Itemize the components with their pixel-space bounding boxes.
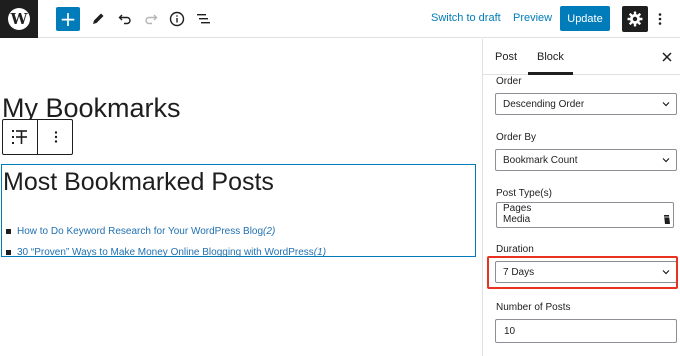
order-by-label: Order By [496, 132, 537, 143]
wordpress-logo-icon: W [8, 8, 30, 30]
more-vertical-icon [658, 13, 662, 25]
more-vertical-icon [54, 131, 57, 143]
post-types-label: Post Type(s) [496, 188, 552, 199]
info-icon[interactable] [167, 9, 187, 29]
tab-post[interactable]: Post [495, 39, 517, 75]
add-block-button[interactable]: + [56, 7, 80, 31]
list-view-icon[interactable] [194, 9, 214, 29]
switch-to-draft-button[interactable]: Switch to draft [431, 12, 501, 24]
close-sidebar-button[interactable] [659, 49, 675, 65]
bullet-icon [6, 250, 11, 255]
bookmarked-posts-list: How to Do Keyword Research for Your Word… [6, 221, 326, 263]
order-by-select[interactable]: Bookmark Count [495, 149, 677, 171]
duration-highlight-box [487, 256, 678, 289]
top-toolbar: W + Switch to draft Preview Update [0, 0, 680, 38]
resize-handle-icon[interactable] [663, 213, 671, 225]
post-link[interactable]: 30 “Proven” Ways to Make Money Online Bl… [17, 247, 314, 258]
block-toolbar [2, 119, 73, 155]
order-by-value: Bookmark Count [503, 154, 578, 166]
number-of-posts-input[interactable]: 10 [495, 319, 677, 343]
sidebar-tabs: Post Block [483, 39, 680, 75]
undo-icon[interactable] [115, 9, 135, 29]
more-options-button[interactable] [652, 9, 668, 29]
block-transform-button[interactable] [3, 120, 38, 154]
post-type-option[interactable]: Media [503, 214, 673, 225]
wordpress-logo-button[interactable]: W [0, 0, 38, 38]
order-select[interactable]: Descending Order [495, 93, 677, 115]
block-options-button[interactable] [39, 120, 72, 154]
number-of-posts-label: Number of Posts [496, 302, 571, 313]
settings-sidebar: Post Block Order Descending Order Order … [482, 39, 680, 356]
order-label: Order [496, 76, 522, 87]
gear-icon [627, 11, 643, 27]
close-icon [662, 52, 672, 62]
chevron-down-icon [662, 102, 670, 107]
bookmark-count: (1) [313, 247, 327, 258]
bullet-icon [6, 229, 11, 234]
preview-button[interactable]: Preview [513, 12, 552, 24]
tab-block[interactable]: Block [537, 39, 564, 75]
order-value: Descending Order [503, 98, 585, 110]
active-tab-indicator [528, 72, 573, 75]
bookmark-count: (2) [263, 226, 276, 237]
list-item: 30 “Proven” Ways to Make Money Online Bl… [6, 242, 326, 263]
list-block-icon [12, 130, 27, 144]
list-item: How to Do Keyword Research for Your Word… [6, 221, 326, 242]
pencil-icon[interactable] [88, 9, 108, 29]
post-types-multiselect[interactable]: Pages Media [496, 202, 674, 228]
post-type-option[interactable]: Pages [503, 203, 673, 214]
post-link[interactable]: How to Do Keyword Research for Your Word… [17, 226, 263, 237]
update-button[interactable]: Update [560, 6, 610, 31]
number-of-posts-value: 10 [504, 325, 516, 337]
redo-icon[interactable] [141, 9, 161, 29]
most-bookmarked-block[interactable]: Most Bookmarked Posts How to Do Keyword … [1, 164, 476, 258]
duration-label: Duration [496, 244, 534, 255]
chevron-down-icon [662, 158, 670, 163]
settings-button[interactable] [622, 6, 648, 32]
block-heading: Most Bookmarked Posts [3, 168, 274, 196]
editor-canvas: My Bookmarks Most Bookmarked Posts How t… [0, 39, 482, 356]
